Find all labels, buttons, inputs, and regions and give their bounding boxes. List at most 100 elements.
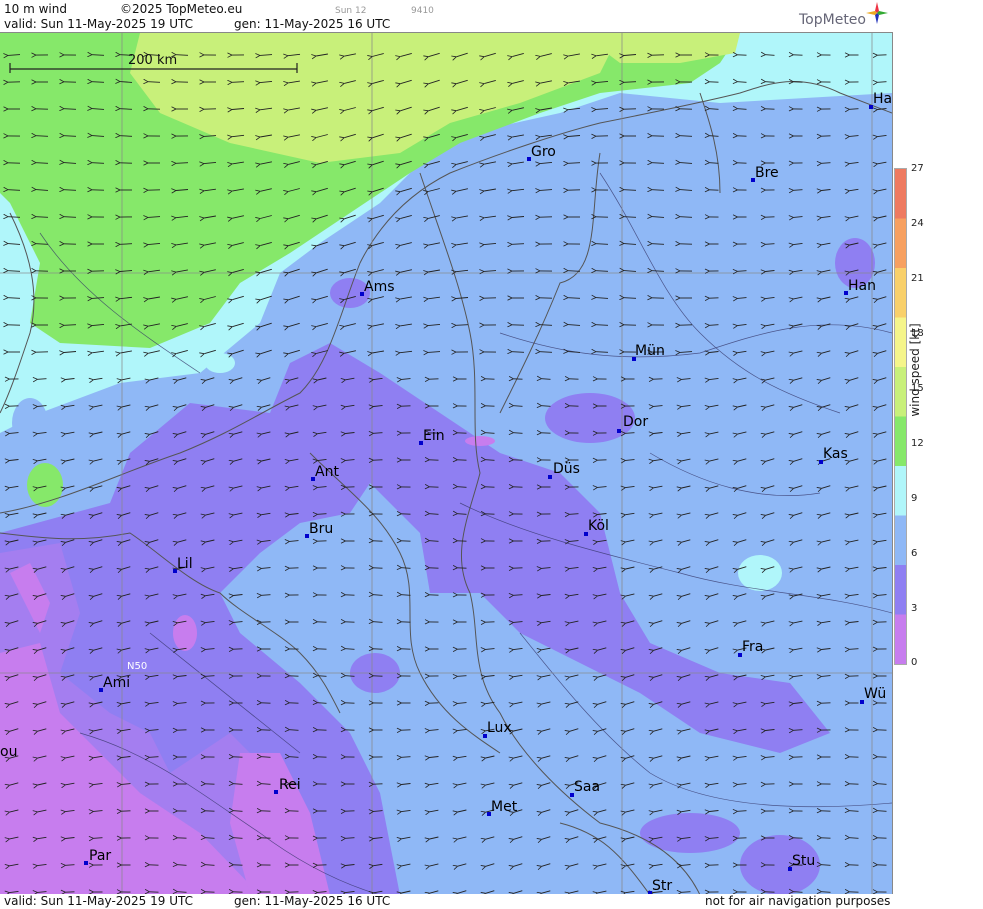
footer-gen-time: gen: 11-May-2025 16 UTC — [234, 894, 391, 908]
wind-arrow — [120, 136, 133, 137]
wind-arrow — [262, 784, 271, 785]
wind-arrow — [850, 838, 859, 839]
legend-tick: 9 — [911, 493, 918, 504]
city-label-bru: Bru — [309, 521, 334, 537]
wind-arrow — [262, 595, 271, 596]
wind-arrow — [290, 757, 299, 758]
disclaimer: not for air navigation purposes — [705, 894, 891, 908]
wind-arrow — [512, 352, 525, 353]
legend-tick: 6 — [911, 548, 918, 559]
wind-arrow — [652, 163, 665, 164]
wind-arrow — [850, 109, 859, 110]
city-label-wu: Wü — [864, 686, 887, 702]
wind-arrow — [206, 838, 215, 839]
wind-arrow — [766, 82, 775, 83]
wind-arrow — [652, 190, 665, 191]
wind-arrow — [178, 892, 187, 893]
wind-arrow — [738, 271, 747, 272]
wind-arrow — [680, 217, 693, 218]
city-label-dus: Düs — [553, 461, 580, 477]
wind-arrow — [346, 676, 355, 677]
wind-arrow — [738, 109, 747, 110]
wind-arrow — [8, 298, 21, 299]
city-label-par: Par — [89, 848, 112, 864]
wind-arrow — [234, 784, 243, 785]
city-label-stu: Stu — [792, 853, 816, 869]
wind-arrow — [624, 217, 637, 218]
footer-valid-time: valid: Sun 11-May-2025 19 UTC — [4, 894, 193, 908]
wind-arrow — [878, 82, 887, 83]
city-label-dor: Dor — [623, 414, 649, 430]
wind-arrow — [766, 55, 775, 56]
footer-bar: valid: Sun 11-May-2025 19 UTC gen: 11-Ma… — [0, 894, 983, 909]
wind-arrow — [514, 406, 523, 407]
wind-arrow — [150, 757, 159, 758]
wind-arrow — [64, 136, 77, 137]
city-label-met: Met — [491, 799, 518, 815]
wind-arrow — [36, 217, 49, 218]
wind-arrow — [570, 514, 579, 515]
map-title: 10 m wind — [4, 2, 67, 16]
city-label-lil: Lil — [177, 556, 193, 572]
wind-arrow — [262, 757, 271, 758]
city-label-ant: Ant — [315, 464, 339, 480]
wind-arrow — [514, 433, 523, 434]
wind-arrow — [234, 838, 243, 839]
wind-arrow — [290, 730, 299, 731]
city-label-str: Str — [652, 878, 673, 894]
city-label-kas: Kas — [823, 446, 848, 462]
wind-arrow — [92, 82, 105, 83]
wind-arrow — [206, 676, 215, 677]
wind-arrow — [64, 325, 77, 326]
wind-arrow — [624, 82, 637, 83]
wind-arrow — [794, 190, 803, 191]
wind-arrow — [542, 379, 551, 380]
wind-arrow — [568, 163, 581, 164]
wind-arrow — [540, 325, 553, 326]
wind-arrow — [822, 163, 831, 164]
city-label-ami: Ami — [103, 675, 131, 691]
city-label-fra: Fra — [742, 639, 764, 655]
wind-arrow — [374, 622, 383, 623]
city-marker — [617, 429, 621, 433]
wind-arrow — [318, 676, 327, 677]
wind-arrow — [878, 784, 887, 785]
wind-arrow — [794, 892, 803, 893]
wind-arrow — [318, 514, 327, 515]
wind-arrow — [36, 136, 49, 137]
topmeteo-logo: TopMeteo — [799, 12, 866, 28]
wind-arrow — [878, 811, 887, 812]
wind-arrow — [8, 271, 21, 272]
wind-arrow — [374, 595, 383, 596]
wind-arrow — [66, 865, 75, 866]
wind-arrow — [766, 244, 775, 245]
wind-arrow — [458, 514, 467, 515]
wind-map[interactable]: 200 km N50 Gro Bre Ha Ams Han Mün Dor Ei… — [0, 32, 893, 895]
wind-arrow — [148, 82, 161, 83]
wind-arrow — [64, 190, 77, 191]
wind-arrow — [374, 433, 383, 434]
wind-arrow — [206, 865, 215, 866]
wind-arrow — [346, 838, 355, 839]
city-marker — [84, 861, 88, 865]
run-tag: Sun 12 — [335, 6, 367, 16]
wind-arrow — [568, 298, 581, 299]
wind-arrow — [738, 811, 747, 812]
legend-tick: 27 — [911, 163, 924, 174]
wind-arrow — [402, 757, 411, 758]
wind-arrow — [92, 163, 105, 164]
city-marker — [548, 475, 552, 479]
wind-arrow — [176, 163, 189, 164]
wind-arrow — [64, 217, 77, 218]
city-marker — [274, 790, 278, 794]
city-label-ha: Ha — [873, 91, 893, 107]
wind-arrow — [92, 55, 105, 56]
wind-arrow — [710, 163, 719, 164]
wind-arrow — [596, 352, 609, 353]
wind-arrow — [38, 379, 47, 380]
city-label-lux: Lux — [487, 720, 512, 736]
wind-arrow — [626, 433, 635, 434]
wind-arrow — [794, 730, 803, 731]
wind-arrow — [8, 190, 21, 191]
wind-arrow — [512, 244, 525, 245]
